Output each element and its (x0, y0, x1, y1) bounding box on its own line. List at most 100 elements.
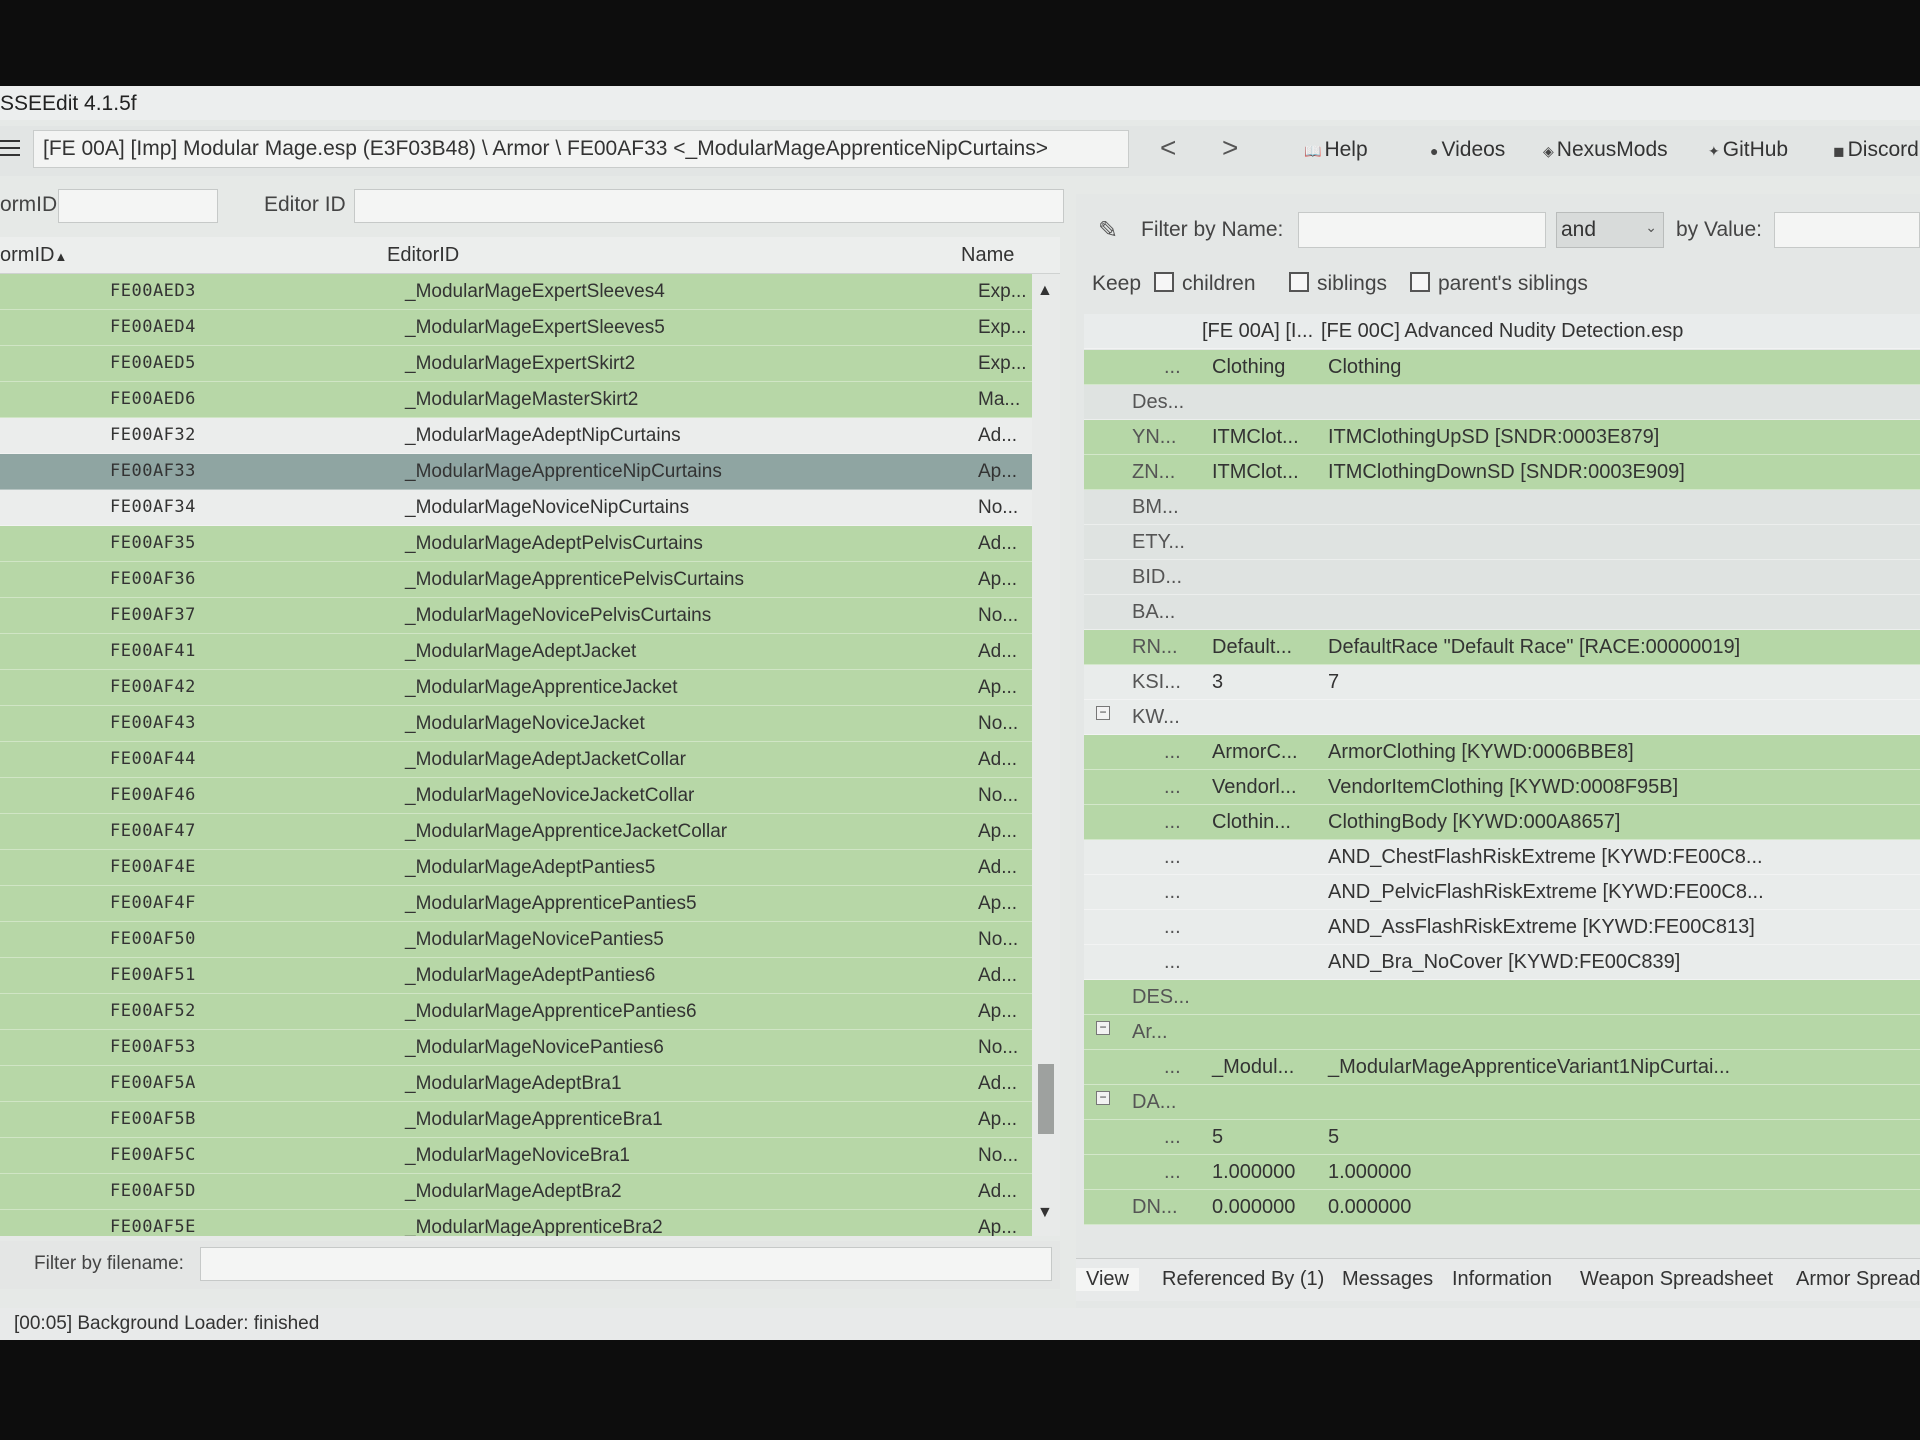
record-path-field[interactable]: [FE 00A] [Imp] Modular Mage.esp (E3F03B4… (33, 130, 1129, 168)
record-field-row[interactable]: ... Clothin... ClothingBody [KYWD:000A8657… (1084, 805, 1920, 840)
name-column-header[interactable]: Name (961, 244, 1014, 267)
videos-link[interactable]: ● Videos (1430, 138, 1505, 162)
keep-children-checkbox[interactable] (1154, 272, 1174, 292)
plugin-column-header[interactable]: [FE 00A] [I... (1202, 320, 1313, 343)
record-list-row[interactable]: FE00AF5A _ModularMageAdeptBra1 Ad... (0, 1066, 1032, 1102)
record-field-row[interactable]: ... _Modul... _ModularMageApprenticeVarian… (1084, 1050, 1920, 1085)
keep-parents-siblings-checkbox[interactable] (1410, 272, 1430, 292)
field-value-plugin: 5 (1212, 1126, 1224, 1148)
record-field-row[interactable]: ETY... (1084, 525, 1920, 560)
record-list-row[interactable]: FE00AED6 _ModularMageMasterSkirt2 Ma... (0, 382, 1032, 418)
collapse-toggle-icon[interactable]: − (1096, 1021, 1110, 1035)
record-field-row[interactable]: BA... (1084, 595, 1920, 630)
record-field-row[interactable]: ZN... ITMClot... ITMClothingDownSD [SNDR:0… (1084, 455, 1920, 490)
record-list-row[interactable]: FE00AF4E _ModularMageAdeptPanties5 Ad... (0, 850, 1032, 886)
record-field-row[interactable]: − KW... (1084, 700, 1920, 735)
nexusmods-link[interactable]: ◈ NexusMods (1543, 138, 1668, 162)
tab-armor-spreadsheet[interactable]: Armor Spreadsheet (1796, 1268, 1920, 1291)
record-list-row[interactable]: FE00AF5B _ModularMageApprenticeBra1 Ap... (0, 1102, 1032, 1138)
record-field-row[interactable]: − Ar... (1084, 1015, 1920, 1050)
record-list-scrollbar[interactable]: ▲ ▼ (1032, 274, 1060, 1236)
row-formid: FE00AF5C (110, 1145, 196, 1165)
record-list-row[interactable]: FE00AF44 _ModularMageAdeptJacketCollar Ad.… (0, 742, 1032, 778)
record-list-row[interactable]: FE00AF34 _ModularMageNoviceNipCurtains No.… (0, 490, 1032, 526)
record-list-row[interactable]: FE00AF47 _ModularMageApprenticeJacketColl… (0, 814, 1032, 850)
record-field-row[interactable]: DES... (1084, 980, 1920, 1015)
record-list-row[interactable]: FE00AF41 _ModularMageAdeptJacket Ad... (0, 634, 1032, 670)
status-bar: [00:05] Background Loader: finished (0, 1308, 1920, 1340)
forward-button[interactable]: > (1222, 132, 1238, 164)
record-list-row[interactable]: FE00AF4F _ModularMageApprenticePanties5 Ap… (0, 886, 1032, 922)
row-formid: FE00AF52 (110, 1001, 196, 1021)
record-list-row[interactable]: FE00AF35 _ModularMageAdeptPelvisCurtains A… (0, 526, 1032, 562)
back-button[interactable]: < (1160, 132, 1176, 164)
record-list-row[interactable]: FE00AF51 _ModularMageAdeptPanties6 Ad... (0, 958, 1032, 994)
override-column-header[interactable]: [FE 00C] Advanced Nudity Detection.esp (1321, 320, 1683, 343)
record-field-row[interactable]: − DA... (1084, 1085, 1920, 1120)
record-field-row[interactable]: ... 1.000000 1.000000 (1084, 1155, 1920, 1190)
record-field-row[interactable]: Des... (1084, 385, 1920, 420)
record-list-row[interactable]: FE00AF36 _ModularMageApprenticePelvisCurt… (0, 562, 1032, 598)
menu-icon[interactable] (0, 140, 20, 156)
row-formid: FE00AED6 (110, 389, 196, 409)
filename-filter-input[interactable] (200, 1247, 1052, 1281)
tab-information[interactable]: Information (1452, 1268, 1552, 1291)
record-list-row[interactable]: FE00AF42 _ModularMageApprenticeJacket Ap..… (0, 670, 1032, 706)
formid-search-input[interactable] (58, 189, 218, 223)
github-link[interactable]: ✦ GitHub (1708, 138, 1788, 162)
record-list-row[interactable]: FE00AED5 _ModularMageExpertSkirt2 Exp... (0, 346, 1032, 382)
field-key: Ar... (1132, 1021, 1168, 1043)
collapse-toggle-icon[interactable]: − (1096, 1091, 1110, 1105)
tab-weapon-spreadsheet[interactable]: Weapon Spreadsheet (1580, 1268, 1773, 1291)
tab-view[interactable]: View (1076, 1268, 1139, 1291)
record-list-row[interactable]: FE00AF5E _ModularMageApprenticeBra2 Ap... (0, 1210, 1032, 1236)
formid-column-header[interactable]: ormID▲ (0, 244, 67, 267)
record-list-row[interactable]: FE00AF5D _ModularMageAdeptBra2 Ad... (0, 1174, 1032, 1210)
record-field-row[interactable]: ... AND_PelvicFlashRiskExtreme [KYWD:FE00… (1084, 875, 1920, 910)
record-field-row[interactable]: YN... ITMClot... ITMClothingUpSD [SNDR:000… (1084, 420, 1920, 455)
record-list-row[interactable]: FE00AF52 _ModularMageApprenticePanties6 Ap… (0, 994, 1032, 1030)
record-list-row[interactable]: FE00AF53 _ModularMageNovicePanties6 No... (0, 1030, 1032, 1066)
filter-by-value-input[interactable] (1774, 212, 1920, 248)
record-field-row[interactable]: ... 5 5 (1084, 1120, 1920, 1155)
record-field-row[interactable]: BM... (1084, 490, 1920, 525)
scroll-up-icon[interactable]: ▲ (1037, 282, 1053, 300)
record-field-row[interactable]: DN... 0.000000 0.000000 (1084, 1190, 1920, 1225)
record-list-row[interactable]: FE00AED3 _ModularMageExpertSleeves4 Exp... (0, 274, 1032, 310)
scrollbar-thumb[interactable] (1038, 1064, 1054, 1134)
collapse-toggle-icon[interactable]: − (1096, 706, 1110, 720)
help-link[interactable]: 📖 Help (1304, 138, 1368, 162)
record-field-row[interactable]: ... AND_ChestFlashRiskExtreme [KYWD:FE00C… (1084, 840, 1920, 875)
row-formid: FE00AF46 (110, 785, 196, 805)
record-field-row[interactable]: BID... (1084, 560, 1920, 595)
record-list: FE00AED3 _ModularMageExpertSleeves4 Exp...… (0, 274, 1032, 1236)
field-value-override: ArmorClothing [KYWD:0006BBE8] (1328, 741, 1634, 763)
record-field-row[interactable]: ... Clothing Clothing (1084, 350, 1920, 385)
pin-icon[interactable]: ✎ (1098, 216, 1118, 245)
record-list-row[interactable]: FE00AF5C _ModularMageNoviceBra1 No... (0, 1138, 1032, 1174)
record-list-row[interactable]: FE00AF46 _ModularMageNoviceJacketCollar No… (0, 778, 1032, 814)
tab-messages[interactable]: Messages (1342, 1268, 1433, 1291)
record-list-row[interactable]: FE00AF43 _ModularMageNoviceJacket No... (0, 706, 1032, 742)
row-formid: FE00AF41 (110, 641, 196, 661)
discord-link[interactable]: ◼ Discord (1833, 138, 1919, 162)
record-field-row[interactable]: ... AND_AssFlashRiskExtreme [KYWD:FE00C81… (1084, 910, 1920, 945)
record-field-row[interactable]: ... ArmorC... ArmorClothing [KYWD:0006BBE8… (1084, 735, 1920, 770)
record-list-row[interactable]: FE00AF50 _ModularMageNovicePanties5 No... (0, 922, 1032, 958)
record-list-row[interactable]: FE00AF33 _ModularMageApprenticeNipCurtain… (0, 454, 1032, 490)
record-list-row[interactable]: FE00AED4 _ModularMageExpertSleeves5 Exp... (0, 310, 1032, 346)
scroll-down-icon[interactable]: ▼ (1037, 1204, 1053, 1222)
filter-by-name-input[interactable] (1298, 212, 1546, 248)
keep-siblings-checkbox[interactable] (1289, 272, 1309, 292)
record-list-row[interactable]: FE00AF37 _ModularMageNovicePelvisCurtains… (0, 598, 1032, 634)
app-title: SSEEdit 4.1.5f (0, 92, 137, 115)
record-list-row[interactable]: FE00AF32 _ModularMageAdeptNipCurtains Ad..… (0, 418, 1032, 454)
record-field-row[interactable]: ... Vendorl... VendorItemClothing [KYWD:00… (1084, 770, 1920, 805)
editorid-search-input[interactable] (354, 189, 1064, 223)
filter-operator-select[interactable]: and ⌄ (1556, 212, 1664, 248)
record-field-row[interactable]: ... AND_Bra_NoCover [KYWD:FE00C839] (1084, 945, 1920, 980)
tab-referenced-by[interactable]: Referenced By (1) (1162, 1268, 1324, 1291)
record-field-row[interactable]: RN... Default... DefaultRace "Default Race… (1084, 630, 1920, 665)
record-field-row[interactable]: KSI... 3 7 (1084, 665, 1920, 700)
editorid-column-header[interactable]: EditorID (387, 244, 459, 267)
